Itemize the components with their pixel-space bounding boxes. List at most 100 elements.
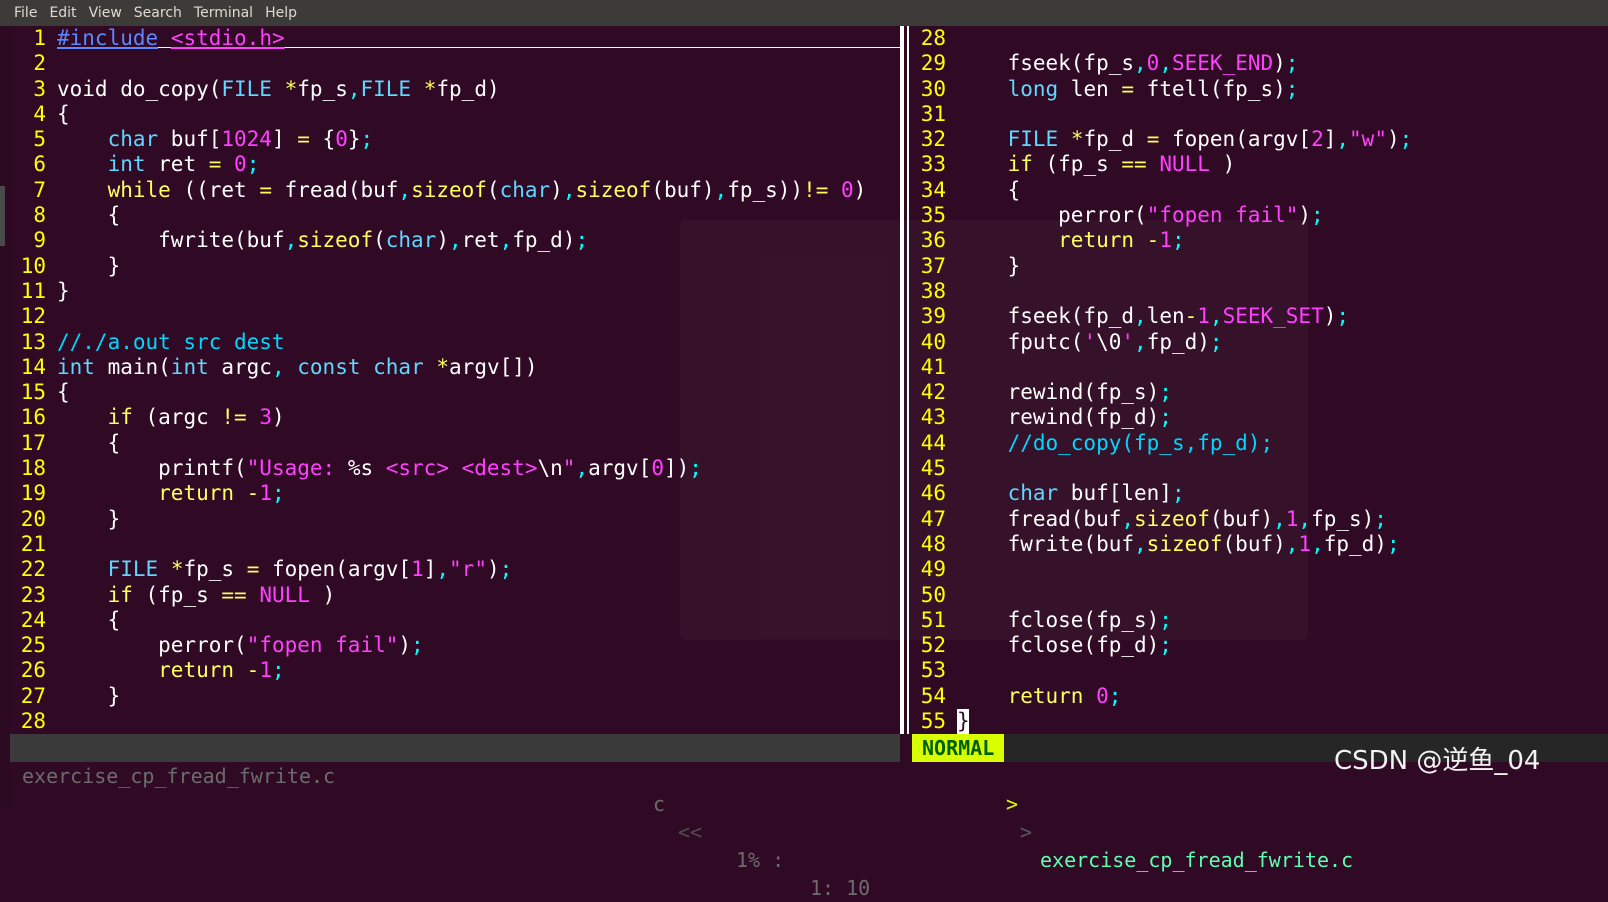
code-line[interactable]: 53 (912, 658, 1608, 683)
code-text: perror("fopen fail"); (57, 633, 424, 658)
code-text: { (957, 177, 1021, 202)
line-number: 1 (33, 26, 46, 50)
code-line[interactable]: 46 char buf[len]; (912, 481, 1608, 506)
code-line[interactable]: 21 (10, 532, 900, 557)
menu-search[interactable]: Search (128, 0, 188, 26)
line-number: 11 (20, 278, 46, 303)
code-text: fwrite(buf,sizeof(char),ret,fp_d); (57, 228, 589, 253)
code-line[interactable]: 2 (10, 51, 900, 76)
code-line[interactable]: 26 return -1; (10, 658, 900, 683)
code-line[interactable]: 41 (912, 355, 1608, 380)
code-line[interactable]: 45 (912, 456, 1608, 481)
code-line[interactable]: 12 (10, 304, 900, 329)
line-number: 16 (20, 405, 46, 430)
editor-pane-right[interactable]: 28 29 fseek(fp_s,0,SEEK_END); 30 long len … (912, 26, 1608, 734)
code-line[interactable]: 29 fseek(fp_s,0,SEEK_END); (912, 51, 1608, 76)
code-line[interactable]: 9 fwrite(buf,sizeof(char),ret,fp_d); (10, 228, 900, 253)
code-text: fwrite(buf,sizeof(buf),1,fp_d); (957, 531, 1400, 556)
code-line[interactable]: 14 int main(int argc, const char *argv[]) (10, 355, 900, 380)
editor-pane-left[interactable]: 1 #include <stdio.h> 2 3 void do_copy(FILE *… (10, 26, 900, 734)
code-text: return 0; (1007, 683, 1122, 708)
code-line[interactable]: 55} (912, 709, 1608, 734)
code-line[interactable]: 35 perror("fopen fail"); (912, 203, 1608, 228)
statusline-arrow: > (1006, 792, 1019, 816)
code-line[interactable]: 23 if (fp_s == NULL ) (10, 583, 900, 608)
code-line[interactable]: 19 return -1; (10, 481, 900, 506)
code-line[interactable]: 8 { (10, 203, 900, 228)
code-line[interactable]: 42 rewind(fp_s); (912, 380, 1608, 405)
code-line[interactable]: 38 (912, 279, 1608, 304)
code-line[interactable]: 1 #include <stdio.h> (10, 26, 900, 51)
code-line[interactable]: 28 (10, 709, 900, 734)
scroll-thumb[interactable] (0, 186, 5, 246)
line-number: 44 (920, 430, 946, 455)
code-line[interactable]: 20 } (10, 507, 900, 532)
code-line[interactable]: 49 (912, 557, 1608, 582)
code-text: int main(int argc, const char *argv[]) (57, 354, 538, 379)
code-line[interactable]: 17 { (10, 431, 900, 456)
menu-file[interactable]: File (0, 0, 43, 26)
code-line[interactable]: 52 fclose(fp_d); (912, 633, 1608, 658)
code-line[interactable]: 7 while ((ret = fread(buf,sizeof(char),s… (10, 178, 900, 203)
code-line[interactable]: 50 (912, 583, 1608, 608)
line-number: 24 (20, 607, 46, 632)
code-line[interactable]: 48 fwrite(buf,sizeof(buf),1,fp_d); (912, 532, 1608, 557)
code-text: char buf[len]; (1007, 481, 1185, 506)
code-line[interactable]: 36 return -1; (912, 228, 1608, 253)
code-line[interactable]: 18 printf("Usage: %s <src> <dest>\n",arg… (10, 456, 900, 481)
menu-terminal[interactable]: Terminal (188, 0, 259, 26)
line-number: 22 (20, 557, 46, 582)
code-line[interactable]: 37 } (912, 254, 1608, 279)
code-line[interactable]: 16 if (argc != 3) (10, 405, 900, 430)
code-line[interactable]: 25 perror("fopen fail"); (10, 633, 900, 658)
statusline-filename: exercise_cp_fread_fwrite.c (22, 764, 336, 788)
code-text: fclose(fp_s); (957, 607, 1172, 632)
code-line[interactable]: 54 return 0; (912, 684, 1608, 709)
code-line[interactable]: 22 FILE *fp_s = fopen(argv[1],"r"); (10, 557, 900, 582)
code-line[interactable]: 3 void do_copy(FILE *fp_s,FILE *fp_d) (10, 77, 900, 102)
code-line[interactable]: 30 long len = ftell(fp_s); (912, 77, 1608, 102)
line-number: 15 (20, 380, 46, 405)
line-number: 30 (920, 76, 946, 101)
code-line[interactable]: 39 fseek(fp_d,len-1,SEEK_SET); (912, 304, 1608, 329)
code-line[interactable]: 24 { (10, 608, 900, 633)
code-line[interactable]: 15 { (10, 380, 900, 405)
code-text: } (57, 253, 121, 278)
code-text: { (57, 203, 121, 228)
code-line[interactable]: 28 (912, 26, 1608, 51)
line-number: 23 (20, 582, 46, 607)
code-line[interactable]: 33 if (fp_s == NULL ) (912, 152, 1608, 177)
vertical-split-divider[interactable] (900, 26, 912, 734)
code-line[interactable]: 44 //do_copy(fp_s,fp_d); (912, 431, 1608, 456)
code-text: perror("fopen fail"); (957, 203, 1324, 228)
code-line[interactable]: 27 } (10, 684, 900, 709)
code-line[interactable]: 32 FILE *fp_d = fopen(argv[2],"w"); (912, 127, 1608, 152)
mode-indicator: NORMAL (912, 734, 1005, 762)
line-number: 4 (33, 101, 46, 126)
menu-help[interactable]: Help (259, 0, 303, 26)
code-line[interactable]: 34 { (912, 178, 1608, 203)
line-number: 5 (33, 127, 46, 152)
menu-edit[interactable]: Edit (43, 0, 82, 26)
divider-bar-inner (907, 26, 909, 734)
code-line[interactable]: 43 rewind(fp_d); (912, 405, 1608, 430)
code-line[interactable]: 5 char buf[1024] = {0}; (10, 127, 900, 152)
code-line[interactable]: 6 int ret = 0; (10, 152, 900, 177)
statusline-filetype: c (653, 792, 666, 816)
code-line[interactable]: 51 fclose(fp_s); (912, 608, 1608, 633)
code-line[interactable]: 47 fread(buf,sizeof(buf),1,fp_s); (912, 507, 1608, 532)
line-number: 38 (920, 278, 946, 303)
code-line[interactable]: 10 } (10, 254, 900, 279)
code-line[interactable]: 11} (10, 279, 900, 304)
code-text: { (57, 101, 70, 126)
code-text: long len = ftell(fp_s); (1007, 76, 1299, 101)
code-line[interactable]: 13 //./a.out src dest (10, 330, 900, 355)
code-line[interactable]: 4{ (10, 102, 900, 127)
divider-bar (900, 26, 904, 734)
line-number: 54 (920, 683, 946, 708)
code-line[interactable]: 31 (912, 102, 1608, 127)
menu-view[interactable]: View (83, 0, 128, 26)
statusline-left: exercise_cp_fread_fwrite.c c << 1% : 1: … (10, 734, 900, 900)
code-line[interactable]: 40 fputc('\0',fp_d); (912, 330, 1608, 355)
line-number: 7 (33, 177, 46, 202)
